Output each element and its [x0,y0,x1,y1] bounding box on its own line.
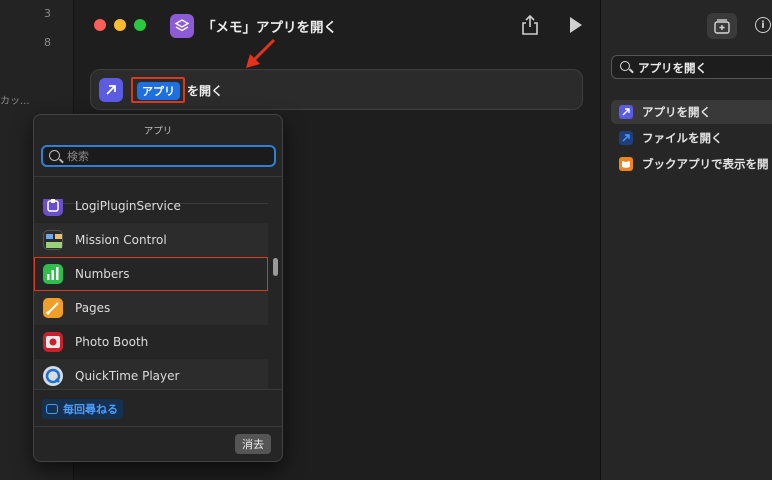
search-icon [49,150,60,161]
app-row-pages[interactable]: Pages [34,291,268,325]
app-row-logipluginservice[interactable]: LogiPluginService [34,199,268,223]
speech-bubble-icon [46,404,58,414]
close-window-button[interactable] [94,19,106,31]
action-library-sidebar: i アプリを開く アプリを開く ファイルを開く ブックアプリで表示を開 [601,0,772,480]
line-number: 3 [44,7,51,20]
app-search-input[interactable] [67,148,267,164]
app-name: Numbers [75,267,130,281]
divider [34,426,282,427]
open-app-action[interactable]: アプリ を開く [90,69,583,110]
app-row-mission-control[interactable]: Mission Control [34,223,268,257]
numbers-icon [43,264,63,284]
minimize-window-button[interactable] [114,19,126,31]
code-snippet: カッ... [0,96,30,107]
quicktime-icon [43,366,63,386]
app-name: QuickTime Player [75,369,180,383]
app-row-photo-booth[interactable]: Photo Booth [34,325,268,359]
open-file-icon [619,131,633,145]
sidebar-result-books[interactable]: ブックアプリで表示を開 [611,152,772,176]
ask-each-time-label: 毎回尋ねる [63,403,118,416]
logi-plugin-icon [43,199,63,216]
line-number: 8 [44,36,51,49]
mission-control-icon [43,230,63,250]
app-row-quicktime[interactable]: QuickTime Player [34,359,268,389]
action-search-query[interactable]: アプリを開く [638,60,707,76]
ask-each-time-button[interactable]: 毎回尋ねる [42,399,123,419]
action-library-button[interactable] [707,13,737,39]
clear-button[interactable]: 消去 [235,434,271,454]
result-label: ファイルを開く [642,131,723,145]
search-icon [620,61,630,71]
annotation-arrow-icon [246,38,276,68]
pages-icon [43,298,63,318]
app-name: Mission Control [75,233,167,247]
app-row-numbers[interactable]: Numbers [34,257,268,291]
list-scrollbar[interactable] [273,258,278,276]
app-name: Photo Booth [75,335,149,349]
shortcut-layers-icon[interactable] [170,14,194,38]
books-icon [619,157,633,171]
sidebar-result-open-app[interactable]: アプリを開く [611,100,772,124]
action-suffix-text: を開く [187,84,224,98]
run-shortcut-icon[interactable] [570,17,582,33]
action-search-field[interactable]: アプリを開く [611,55,772,79]
app-token-highlight: アプリ [131,77,185,103]
shortcut-editor: 「メモ」アプリを開く アプリ を開く アプリ 検索 LogiPluginServ… [33,0,601,480]
app-search-field[interactable] [41,145,276,167]
app-name: Pages [75,301,111,315]
sidebar-result-open-file[interactable]: ファイルを開く [611,126,772,150]
add-action-icon [714,19,730,34]
result-label: アプリを開く [642,105,711,119]
result-label: ブックアプリで表示を開 [642,157,769,171]
zoom-window-button[interactable] [134,19,146,31]
photo-booth-icon [43,332,63,352]
popover-title: アプリ [143,126,173,137]
open-app-arrow-icon [99,78,123,102]
shortcut-title[interactable]: 「メモ」アプリを開く [202,16,337,36]
info-icon[interactable]: i [755,17,771,33]
app-list: LogiPluginService Mission Control Number… [34,199,269,389]
app-picker-popover: アプリ LogiPluginService Mission Control [33,114,283,462]
open-app-icon [619,105,633,119]
divider [34,389,282,390]
share-icon[interactable] [520,14,540,36]
app-parameter-token[interactable]: アプリ [137,82,180,100]
app-name: LogiPluginService [75,199,181,213]
divider [34,176,282,177]
